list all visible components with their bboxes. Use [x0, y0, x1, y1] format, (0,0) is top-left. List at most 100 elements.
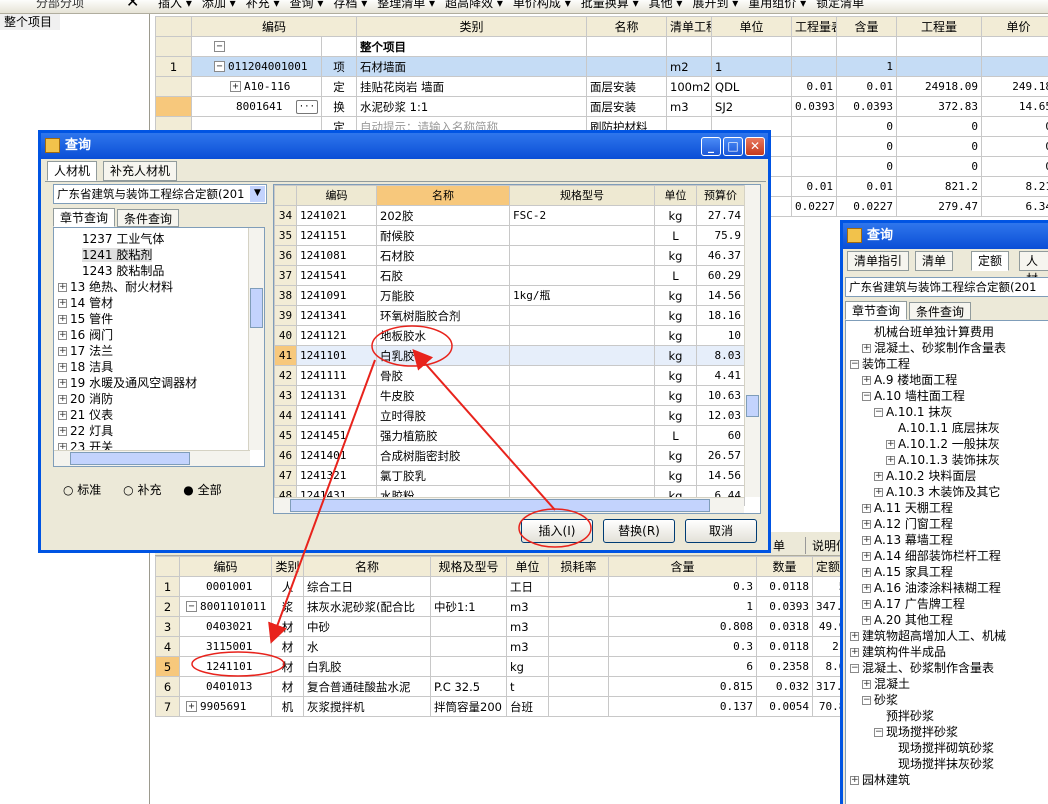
tree-node[interactable]: 1241 胶粘剂 — [54, 247, 264, 263]
tree-node[interactable]: A.10.1.1 底层抹灰 — [846, 420, 1048, 436]
expand-icon[interactable]: + — [862, 552, 871, 561]
minimize-icon[interactable]: _ — [701, 137, 721, 156]
tab-materials[interactable]: 人材机 — [47, 161, 98, 181]
table-row[interactable]: 2−8001101011 浆抹灰水泥砂浆(配合比 中砂1:1 m3 1 0.0393 347… — [155, 596, 856, 617]
cancel-button[interactable]: 取消 — [685, 519, 757, 543]
expand-icon[interactable]: + — [58, 283, 67, 292]
expand-icon[interactable]: + — [862, 504, 871, 513]
expand-icon[interactable]: + — [850, 776, 859, 785]
tree-node[interactable]: +15 管件 — [54, 311, 264, 327]
tree-node[interactable]: 现场搅拌抹灰砂浆 — [846, 756, 1048, 772]
collapse-icon[interactable]: − — [850, 664, 859, 673]
close-icon[interactable]: ✕ — [745, 137, 765, 156]
chevron-down-icon[interactable]: ▼ — [250, 186, 265, 202]
toolbar-menu-item[interactable]: 单价构成 ▾ — [513, 0, 571, 10]
tree-node[interactable]: +14 管材 — [54, 295, 264, 311]
collapse-icon[interactable]: − — [862, 696, 871, 705]
table-row[interactable]: 34 1241021 202胶 FSC-2 kg 27.74 — [274, 205, 745, 226]
radio-all[interactable]: ● 全部 — [183, 483, 221, 497]
tree-node[interactable]: + A.11 天棚工程 — [846, 500, 1048, 516]
expand-icon[interactable]: + — [850, 648, 859, 657]
table-row[interactable]: 1−011204001001 项石材墙面 m2 1 1 — [155, 56, 1048, 77]
toolbar-menu-item[interactable]: 其他 ▾ — [649, 0, 683, 10]
expand-icon[interactable]: + — [874, 488, 883, 497]
expand-icon[interactable]: + — [58, 395, 67, 404]
tree-node[interactable]: + 混凝土、砂浆制作含量表 — [846, 340, 1048, 356]
close-icon[interactable]: ✕ — [126, 0, 139, 11]
toolbar-menu-item[interactable]: 添加 ▾ — [202, 0, 236, 10]
tree-node[interactable]: + A.10.3 木装饰及其它 — [846, 484, 1048, 500]
collapse-icon[interactable]: − — [874, 728, 883, 737]
expand-icon[interactable]: + — [230, 81, 241, 92]
expand-icon[interactable]: + — [58, 411, 67, 420]
tab-condition-query[interactable]: 条件查询 — [117, 209, 180, 227]
table-row[interactable]: 36 1241081 石材胶 kg 46.37 — [274, 245, 745, 266]
table-row[interactable]: 43 1241131 牛皮胶 kg 10.63 — [274, 385, 745, 406]
dialog-titlebar[interactable]: 查询 _ □ ✕ — [41, 133, 768, 159]
tree-node[interactable]: 预拌砂浆 — [846, 708, 1048, 724]
table-row[interactable]: 3 0403021 材中砂 m3 0.808 0.0318 49.98 — [155, 616, 856, 637]
tab-supplement-materials[interactable]: 补充人材机 — [103, 161, 178, 181]
tree-node[interactable]: + 园林建筑 — [846, 772, 1048, 788]
toolbar-menu-item[interactable]: 整理清单 ▾ — [377, 0, 435, 10]
replace-button[interactable]: 替换(R) — [603, 519, 675, 543]
expand-icon[interactable]: + — [58, 331, 67, 340]
expand-icon[interactable]: + — [862, 680, 871, 689]
tree-node[interactable]: + A.9 楼地面工程 — [846, 372, 1048, 388]
radio-supplement[interactable]: ○ 补充 — [123, 483, 161, 497]
table-row[interactable]: 42 1241111 骨胶 kg 4.41 — [274, 365, 745, 386]
table-row[interactable]: 5 1241101 材白乳胶 kg 6 0.2358 8.03 — [155, 656, 856, 677]
tree-node[interactable]: − 装饰工程 — [846, 356, 1048, 372]
table-row[interactable]: 41 1241101 白乳胶 kg 8.03 — [274, 345, 745, 366]
table-row[interactable]: 43115001材水m30.30.01182.8 — [155, 636, 856, 657]
tab-bill[interactable]: 清单 — [915, 251, 954, 271]
tree-node[interactable]: +20 消防 — [54, 391, 264, 407]
tree-node[interactable]: +19 水暖及通风空调器材 — [54, 375, 264, 391]
dialog2-titlebar[interactable]: 查询 — [843, 223, 1048, 249]
expand-icon[interactable]: + — [862, 520, 871, 529]
tree-node[interactable]: − A.10 墙柱面工程 — [846, 388, 1048, 404]
tab-chapter-query-2[interactable]: 章节查询 — [845, 301, 908, 320]
expand-icon[interactable]: + — [850, 632, 859, 641]
tree-node[interactable]: +17 法兰 — [54, 343, 264, 359]
table-row[interactable]: 35 1241151 耐候胶 L 75.9 — [274, 225, 745, 246]
toolbar-menu-item[interactable]: 插入 ▾ — [158, 0, 192, 10]
toolbar-menu-item[interactable]: 锁定清单 — [816, 0, 864, 10]
tree-node[interactable]: + A.20 其他工程 — [846, 612, 1048, 628]
tree-node[interactable]: − 现场搅拌砂浆 — [846, 724, 1048, 740]
expand-icon[interactable]: + — [862, 616, 871, 625]
expand-icon[interactable]: + — [58, 347, 67, 356]
tab-condition-query-2[interactable]: 条件查询 — [909, 302, 972, 320]
expand-icon[interactable]: + — [58, 299, 67, 308]
tree-node[interactable]: + A.12 门窗工程 — [846, 516, 1048, 532]
tree-node[interactable]: +16 阀门 — [54, 327, 264, 343]
collapse-icon[interactable]: − — [214, 61, 225, 72]
tree-node[interactable]: +13 绝热、耐火材料 — [54, 279, 264, 295]
expand-icon[interactable]: + — [58, 363, 67, 372]
tree-node[interactable]: − 砂浆 — [846, 692, 1048, 708]
expand-icon[interactable]: + — [886, 456, 895, 465]
tree-node[interactable]: + A.17 广告牌工程 — [846, 596, 1048, 612]
table-row[interactable]: 47 1241321 氯丁胶乳 kg 14.56 — [274, 465, 745, 486]
expand-icon[interactable]: + — [186, 701, 197, 712]
tree-node[interactable]: − A.10.1 抹灰 — [846, 404, 1048, 420]
toolbar-menu-item[interactable]: 展开到 ▾ — [692, 0, 738, 10]
tree-node[interactable]: +21 仪表 — [54, 407, 264, 423]
tree-node[interactable]: + 建筑构件半成品 — [846, 644, 1048, 660]
collapse-icon[interactable]: − — [862, 392, 871, 401]
expand-icon[interactable]: + — [862, 344, 871, 353]
table-row[interactable]: 7 +9905691 机灰浆搅拌机 拌筒容量200 台班 0.137 0.0054 70.86 — [155, 696, 856, 717]
toolbar-menu-item[interactable]: 超高降效 ▾ — [445, 0, 503, 10]
table-row[interactable]: 6 0401013 材复合普通硅酸盐水泥 P.C 32.5 t 0.815 0.032 317… — [155, 676, 856, 697]
radio-standard[interactable]: ○ 标准 — [63, 483, 101, 497]
expand-icon[interactable]: + — [58, 379, 67, 388]
expand-icon[interactable]: + — [862, 568, 871, 577]
tree-node[interactable]: + 建筑物超高增加人工、机械 — [846, 628, 1048, 644]
table-row[interactable]: 39 1241341 环氧树脂胶合剂 kg 18.16 — [274, 305, 745, 326]
collapse-icon[interactable]: − — [874, 408, 883, 417]
tree-node[interactable]: + A.10.1.2 一般抹灰 — [846, 436, 1048, 452]
insert-button[interactable]: 插入(I) — [521, 519, 593, 543]
tab-chapter-query[interactable]: 章节查询 — [53, 208, 116, 227]
expand-icon[interactable]: + — [862, 536, 871, 545]
collapse-icon[interactable]: − — [850, 360, 859, 369]
